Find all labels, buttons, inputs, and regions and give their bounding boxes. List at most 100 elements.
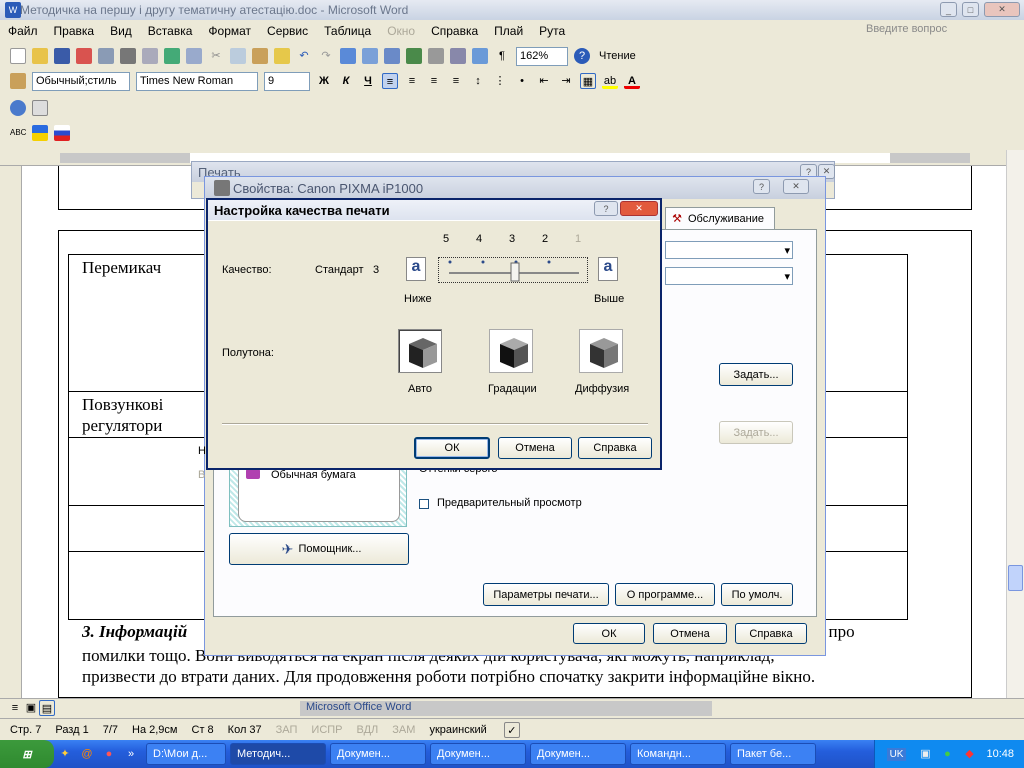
task-doc3[interactable]: Докумен... bbox=[530, 743, 626, 765]
halftone-diffusion-label[interactable]: Диффузия bbox=[575, 383, 629, 395]
status-rec[interactable]: ЗАП bbox=[276, 724, 298, 736]
excel-icon[interactable] bbox=[406, 48, 422, 64]
bullets-icon[interactable]: • bbox=[514, 73, 530, 89]
format-painter-icon[interactable] bbox=[274, 48, 290, 64]
halftone-auto-label[interactable]: Авто bbox=[408, 383, 432, 395]
menu-edit[interactable]: Правка bbox=[46, 24, 103, 38]
assistant-button[interactable]: ✈ Помощник... bbox=[229, 533, 409, 565]
properties-cancel-button[interactable]: Отмена bbox=[653, 623, 727, 644]
increase-indent-icon[interactable]: ⇥ bbox=[558, 73, 574, 89]
menu-table[interactable]: Таблица bbox=[316, 24, 379, 38]
task-methodichka[interactable]: Методич... bbox=[230, 743, 326, 765]
font-size-select[interactable]: 9 bbox=[264, 71, 310, 91]
task-doc2[interactable]: Докумен... bbox=[430, 743, 526, 765]
decrease-indent-icon[interactable]: ⇤ bbox=[536, 73, 552, 89]
properties-combo-1[interactable]: ▾ bbox=[665, 241, 793, 259]
vertical-scrollbar[interactable] bbox=[1006, 150, 1024, 698]
tables-borders-icon[interactable] bbox=[362, 48, 378, 64]
properties-help-button[interactable]: Справка bbox=[735, 623, 807, 644]
halftone-gradation-option[interactable] bbox=[489, 329, 533, 373]
menu-file[interactable]: Файл bbox=[0, 24, 46, 38]
new-icon[interactable] bbox=[10, 48, 26, 64]
word-icon[interactable]: W bbox=[5, 2, 21, 18]
hyperlink-icon[interactable] bbox=[340, 48, 356, 64]
quicklaunch-2-icon[interactable]: @ bbox=[79, 746, 95, 762]
columns-icon[interactable] bbox=[428, 48, 444, 64]
borders-icon[interactable]: ▦ bbox=[580, 73, 596, 89]
start-button[interactable]: ⊞ bbox=[0, 740, 54, 768]
task-folder[interactable]: D:\Мои д... bbox=[146, 743, 226, 765]
status-ovr[interactable]: ЗАМ bbox=[392, 724, 415, 736]
spelling-status-icon[interactable]: ✓ bbox=[503, 721, 520, 738]
normal-view-icon[interactable]: ≡ bbox=[7, 700, 23, 716]
task-doc1[interactable]: Докумен... bbox=[330, 743, 426, 765]
set-button-disabled[interactable]: Задать... bbox=[719, 421, 793, 444]
font-color-icon[interactable]: A bbox=[624, 73, 640, 89]
tray-network-icon[interactable]: ▣ bbox=[917, 746, 933, 762]
quality-close-icon[interactable]: ✕ bbox=[620, 201, 658, 216]
drawing-icon[interactable] bbox=[450, 48, 466, 64]
print-icon[interactable] bbox=[120, 48, 136, 64]
tab-service[interactable]: ⚒ Обслуживание bbox=[665, 207, 775, 229]
status-trk[interactable]: ИСПР bbox=[311, 724, 342, 736]
line-spacing-icon[interactable]: ↕ bbox=[470, 73, 486, 89]
task-package[interactable]: Пакет бе... bbox=[730, 743, 816, 765]
redo-icon[interactable]: ↷ bbox=[318, 48, 334, 64]
cut-icon[interactable]: ✂ bbox=[208, 48, 224, 64]
justify-icon[interactable]: ≡ bbox=[448, 73, 464, 89]
print-params-button[interactable]: Параметры печати... bbox=[483, 583, 609, 606]
quality-help-button[interactable]: Справка bbox=[578, 437, 652, 459]
properties-help-icon[interactable]: ? bbox=[753, 179, 770, 194]
spelling-icon[interactable] bbox=[164, 48, 180, 64]
task-cmd[interactable]: Командн... bbox=[630, 743, 726, 765]
undo-icon[interactable]: ↶ bbox=[296, 48, 312, 64]
copy-icon[interactable] bbox=[230, 48, 246, 64]
properties-close-icon[interactable]: ✕ bbox=[783, 179, 809, 194]
quicklaunch-3-icon[interactable]: ● bbox=[101, 746, 117, 762]
vertical-ruler[interactable] bbox=[0, 166, 22, 698]
bold-icon[interactable]: Ж bbox=[316, 73, 332, 89]
document-map-icon[interactable] bbox=[472, 48, 488, 64]
russian-flag-icon[interactable] bbox=[54, 125, 70, 141]
quality-ok-button[interactable]: ОК bbox=[414, 437, 490, 459]
status-ext[interactable]: ВДЛ bbox=[357, 724, 379, 736]
align-left-icon[interactable]: ≡ bbox=[382, 73, 398, 89]
style-select[interactable]: Обычный;стиль bbox=[32, 71, 130, 91]
web-view-icon[interactable]: ▣ bbox=[23, 700, 39, 716]
open-icon[interactable] bbox=[32, 48, 48, 64]
set-button[interactable]: Задать... bbox=[719, 363, 793, 386]
research-tool-icon[interactable] bbox=[10, 100, 26, 116]
tray-antivirus-icon[interactable]: ◆ bbox=[961, 746, 977, 762]
menu-window[interactable]: Окно bbox=[379, 24, 423, 38]
italic-icon[interactable]: К bbox=[338, 73, 354, 89]
menu-service[interactable]: Сервис bbox=[259, 24, 316, 38]
properties-ok-button[interactable]: ОК bbox=[573, 623, 645, 644]
underline-icon[interactable]: Ч bbox=[360, 73, 376, 89]
print-layout-icon[interactable]: ▤ bbox=[39, 700, 55, 716]
permission-icon[interactable] bbox=[76, 48, 92, 64]
cell-sliders[interactable]: Повзункові регулятори bbox=[82, 394, 192, 436]
menu-help[interactable]: Справка bbox=[423, 24, 486, 38]
language-indicator[interactable]: UK bbox=[886, 747, 907, 761]
tray-status-icon[interactable]: ● bbox=[939, 746, 955, 762]
research-icon[interactable] bbox=[186, 48, 202, 64]
para-line3[interactable]: призвести до втрати даних. Для продовжен… bbox=[82, 667, 815, 687]
numbering-icon[interactable]: ⋮ bbox=[492, 73, 508, 89]
pilcrow-icon[interactable]: ¶ bbox=[494, 48, 510, 64]
highlight-icon[interactable]: ab bbox=[602, 73, 618, 89]
defaults-button[interactable]: По умолч. bbox=[721, 583, 793, 606]
halftone-auto-option[interactable] bbox=[398, 329, 442, 373]
properties-combo-2[interactable]: ▾ bbox=[665, 267, 793, 285]
minimize-icon[interactable]: _ bbox=[940, 2, 957, 17]
preview-checkbox[interactable] bbox=[419, 499, 429, 509]
menu-format[interactable]: Формат bbox=[200, 24, 259, 38]
close-icon[interactable]: ✕ bbox=[984, 2, 1020, 17]
menu-view[interactable]: Вид bbox=[102, 24, 140, 38]
styles-icon[interactable] bbox=[10, 73, 26, 89]
quality-help-icon[interactable]: ? bbox=[594, 201, 618, 216]
halftone-diffusion-option[interactable] bbox=[579, 329, 623, 373]
abc-check-icon[interactable]: ABC bbox=[10, 125, 26, 141]
menu-ruta[interactable]: Рута bbox=[531, 24, 573, 38]
quicklaunch-more-icon[interactable]: » bbox=[123, 746, 139, 762]
about-button[interactable]: О программе... bbox=[615, 583, 715, 606]
